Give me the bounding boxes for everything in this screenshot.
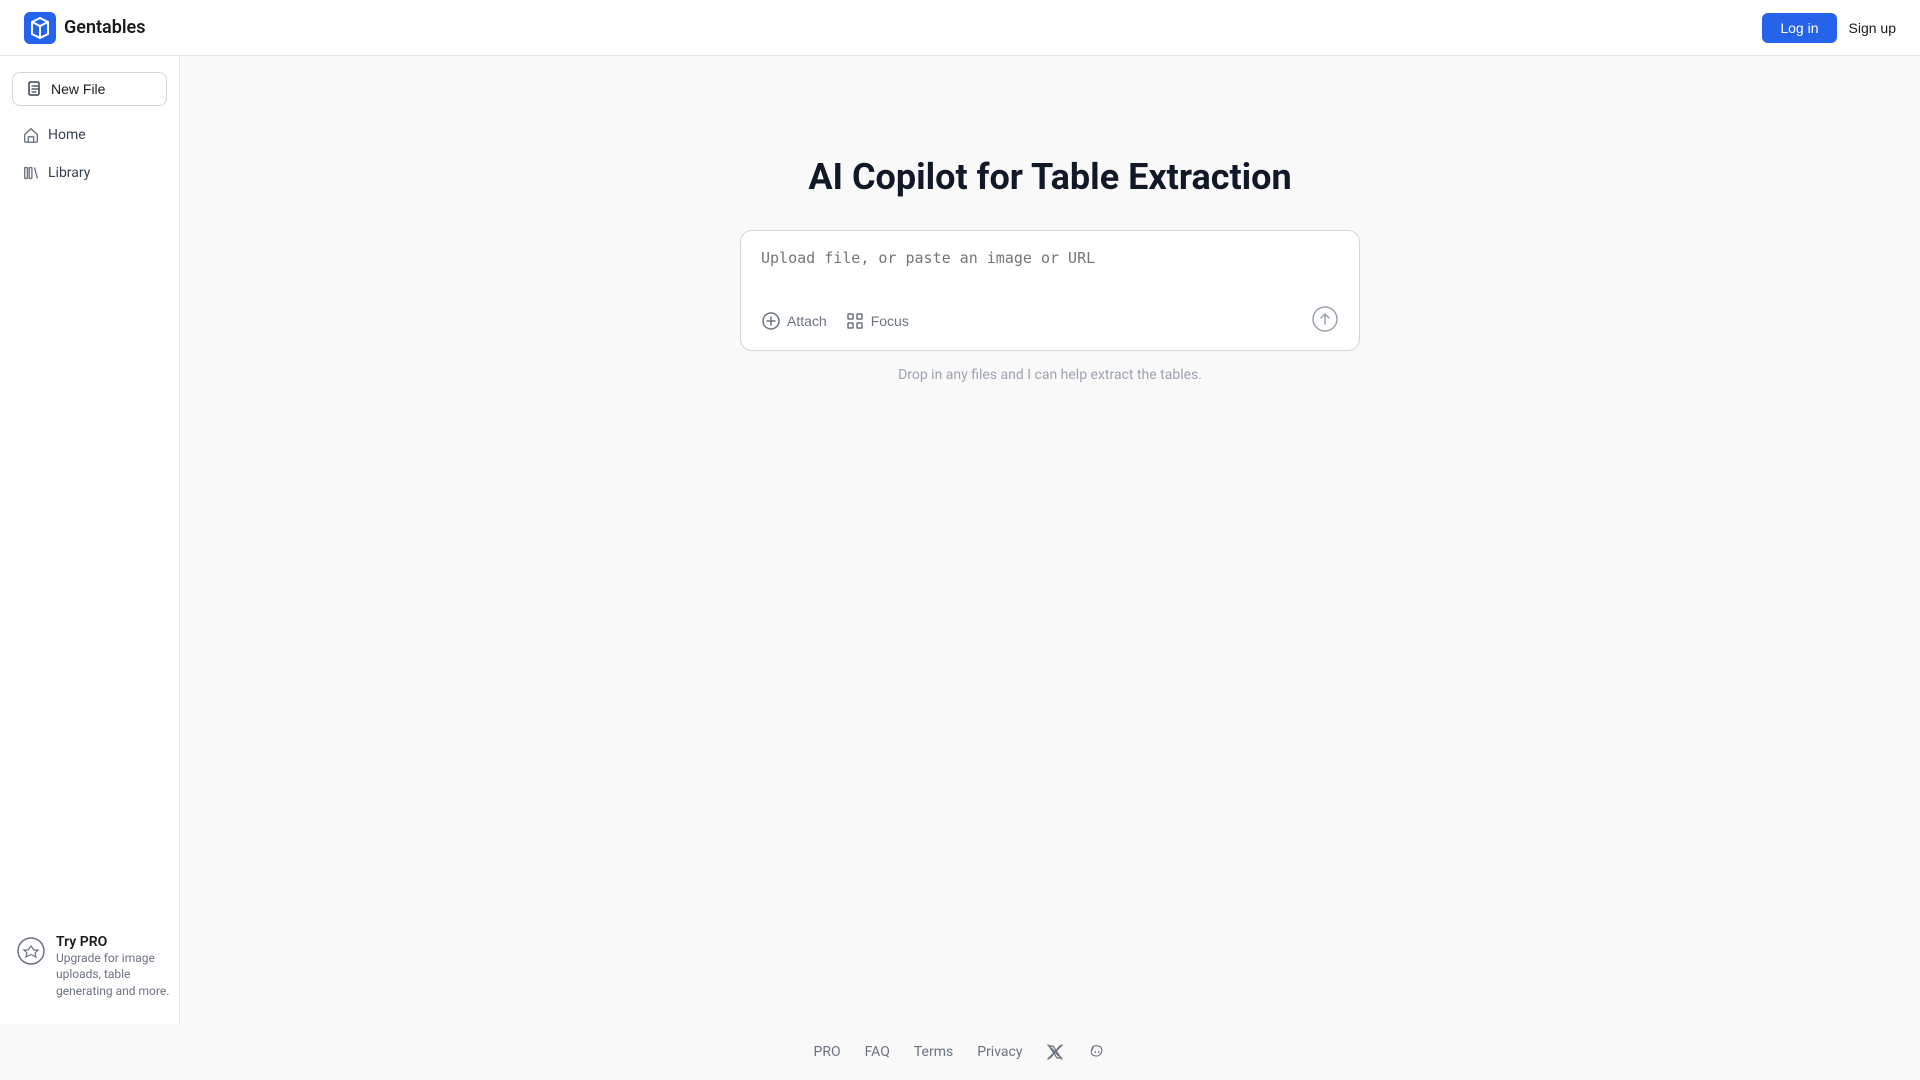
new-file-button[interactable]: New File [12, 72, 167, 106]
home-icon [22, 126, 40, 144]
new-file-label: New File [51, 81, 105, 97]
submit-button[interactable] [1311, 305, 1339, 336]
library-label: Library [48, 165, 90, 181]
upload-input[interactable] [761, 249, 1339, 289]
discord-icon[interactable] [1088, 1043, 1106, 1061]
upload-tools-left: Attach Focus [761, 311, 909, 331]
upload-toolbar: Attach Focus [761, 305, 1339, 336]
attach-button[interactable]: Attach [761, 311, 827, 331]
logo-text: Gentables [64, 17, 145, 38]
drop-hint: Drop in any files and I can help extract… [898, 367, 1202, 383]
try-pro-title: Try PRO [56, 934, 186, 950]
sidebar-item-library[interactable]: Library [12, 156, 167, 190]
try-pro-text: Try PRO Upgrade for image uploads, table… [56, 934, 186, 1000]
logo-icon [24, 12, 56, 44]
attach-icon [761, 311, 781, 331]
upload-box: Attach Focus [740, 230, 1360, 351]
footer-link-terms[interactable]: Terms [914, 1044, 953, 1060]
sidebar: New File Home Library [0, 56, 180, 1080]
focus-button[interactable]: Focus [845, 311, 909, 331]
signup-button[interactable]: Sign up [1849, 20, 1896, 36]
try-pro-icon [16, 936, 46, 966]
header: Gentables Log in Sign up [0, 0, 1920, 56]
logo-area: Gentables [24, 12, 145, 44]
twitter-icon[interactable] [1046, 1043, 1064, 1061]
footer: PRO FAQ Terms Privacy [0, 1024, 1920, 1080]
try-pro-desc: Upgrade for image uploads, table generat… [56, 950, 186, 1000]
focus-icon [845, 311, 865, 331]
header-actions: Log in Sign up [1762, 13, 1896, 43]
home-label: Home [48, 127, 86, 143]
sidebar-item-home[interactable]: Home [12, 118, 167, 152]
try-pro-section[interactable]: Try PRO Upgrade for image uploads, table… [16, 934, 186, 1000]
main-content: AI Copilot for Table Extraction Attach [180, 56, 1920, 1080]
new-file-icon [27, 81, 43, 97]
footer-link-pro[interactable]: PRO [814, 1044, 841, 1060]
footer-link-faq[interactable]: FAQ [865, 1044, 890, 1060]
login-button[interactable]: Log in [1762, 13, 1836, 43]
footer-link-privacy[interactable]: Privacy [977, 1044, 1022, 1060]
attach-label: Attach [787, 313, 827, 329]
app-body: New File Home Library AI Copilot for Tab… [0, 56, 1920, 1080]
focus-label: Focus [871, 313, 909, 329]
page-title: AI Copilot for Table Extraction [808, 156, 1291, 198]
submit-icon [1311, 305, 1339, 333]
library-icon [22, 164, 40, 182]
